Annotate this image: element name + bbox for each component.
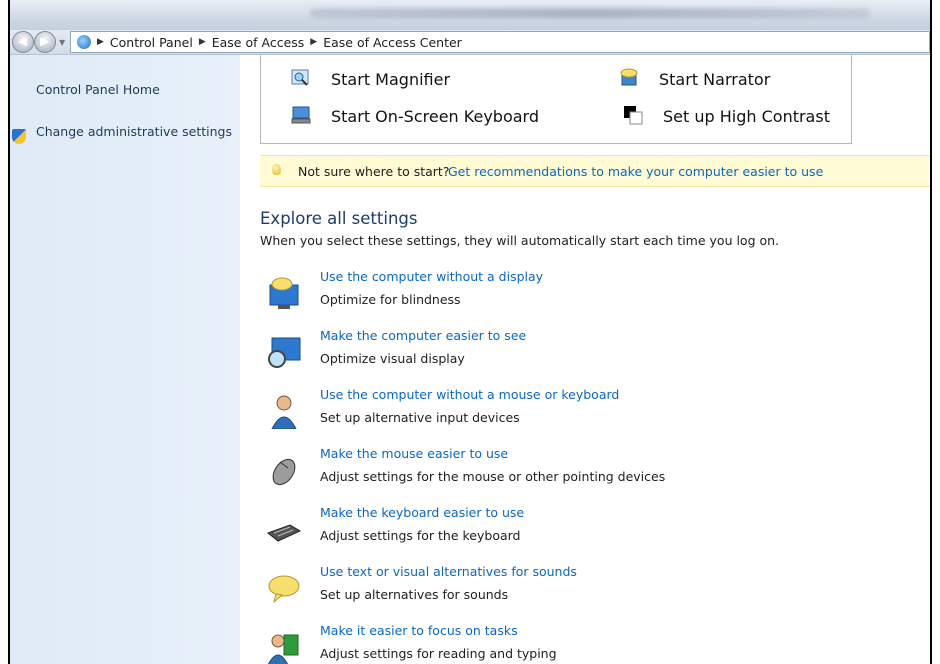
control-panel-icon (77, 35, 91, 49)
setting-item: Make the keyboard easier to use Adjust s… (266, 505, 906, 557)
recommendation-bar: Not sure where to start? Get recommendat… (260, 155, 930, 187)
back-button[interactable]: ◀ (12, 31, 34, 53)
setting-desc: Adjust settings for the keyboard (320, 528, 521, 543)
setting-link-keyboard[interactable]: Make the keyboard easier to use (320, 505, 524, 520)
setup-high-contrast-link[interactable]: Set up High Contrast (663, 107, 830, 126)
setting-item: Make the computer easier to see Optimize… (266, 328, 906, 380)
setting-desc: Set up alternative input devices (320, 410, 520, 425)
high-contrast-icon (624, 106, 643, 125)
blurred-title (310, 8, 870, 18)
magnifier-icon (291, 69, 309, 86)
explore-heading: Explore all settings (260, 209, 418, 228)
explore-subtitle: When you select these settings, they wil… (260, 233, 780, 248)
breadcrumb-separator-icon[interactable]: ▶ (310, 37, 317, 47)
sidebar: Control Panel Home Change administrative… (10, 55, 240, 664)
setting-desc: Optimize visual display (320, 351, 465, 366)
lightbulb-icon (272, 164, 281, 175)
setting-desc: Adjust settings for the mouse or other p… (320, 469, 666, 484)
keyboard-icon (266, 524, 302, 542)
setting-desc: Adjust settings for reading and typing (320, 646, 557, 661)
setting-desc: Optimize for blindness (320, 292, 461, 307)
tip-question: Not sure where to start? (298, 164, 450, 179)
breadcrumb-ease-of-access[interactable]: Ease of Access (212, 35, 305, 50)
monitor-speech-icon (269, 277, 299, 309)
setting-item: Use the computer without a display Optim… (266, 269, 906, 321)
start-magnifier-link[interactable]: Start Magnifier (331, 70, 450, 89)
setting-link-easier-to-see[interactable]: Make the computer easier to see (320, 328, 526, 343)
title-bar (10, 0, 930, 30)
setting-desc: Set up alternatives for sounds (320, 587, 509, 602)
setting-link-no-mouse-keyboard[interactable]: Use the computer without a mouse or keyb… (320, 387, 619, 402)
breadcrumb-separator-icon[interactable]: ▶ (199, 37, 206, 47)
person-book-icon (267, 634, 299, 664)
setting-item: Use the computer without a mouse or keyb… (266, 387, 906, 439)
recent-pages-dropdown-icon[interactable]: ▼ (59, 38, 65, 47)
setting-link-focus-on-tasks[interactable]: Make it easier to focus on tasks (320, 623, 518, 638)
start-narrator-link[interactable]: Start Narrator (659, 70, 770, 89)
address-bar-row: ◀ ▶ ▼ ▶ Control Panel ▶ Ease of Access ▶… (10, 30, 930, 55)
setting-item: Use text or visual alternatives for soun… (266, 564, 906, 616)
onscreen-keyboard-icon (291, 106, 311, 124)
forward-button[interactable]: ▶ (34, 31, 56, 53)
setting-link-mouse[interactable]: Make the mouse easier to use (320, 446, 508, 461)
breadcrumb-ease-of-access-center[interactable]: Ease of Access Center (323, 35, 462, 50)
main-content: Start Magnifier Start Narrator Start On-… (240, 55, 930, 664)
forward-arrow-icon: ▶ (40, 34, 50, 48)
shield-icon (12, 129, 26, 144)
window: ◀ ▶ ▼ ▶ Control Panel ▶ Ease of Access ▶… (8, 0, 932, 664)
mouse-icon (272, 458, 296, 486)
start-onscreen-keyboard-link[interactable]: Start On-Screen Keyboard (331, 107, 539, 126)
speech-bubble-icon (268, 575, 300, 604)
setting-link-no-display[interactable]: Use the computer without a display (320, 269, 543, 284)
address-bar[interactable]: ▶ Control Panel ▶ Ease of Access ▶ Ease … (70, 31, 930, 53)
setting-link-sound-alternatives[interactable]: Use text or visual alternatives for soun… (320, 564, 577, 579)
monitor-magnifier-icon (268, 337, 301, 368)
narrator-icon (620, 68, 638, 86)
sidebar-item-control-panel-home[interactable]: Control Panel Home (36, 82, 160, 97)
sidebar-item-change-admin-settings[interactable]: Change administrative settings (36, 124, 232, 139)
breadcrumb-control-panel[interactable]: Control Panel (110, 35, 193, 50)
breadcrumb-separator-icon[interactable]: ▶ (97, 37, 104, 47)
quick-access-panel: Start Magnifier Start Narrator Start On-… (260, 55, 852, 144)
setting-item: Make the mouse easier to use Adjust sett… (266, 446, 906, 498)
setting-item: Make it easier to focus on tasks Adjust … (266, 623, 906, 664)
back-arrow-icon: ◀ (18, 34, 28, 48)
person-icon (271, 395, 297, 429)
get-recommendations-link[interactable]: Get recommendations to make your compute… (448, 164, 823, 179)
